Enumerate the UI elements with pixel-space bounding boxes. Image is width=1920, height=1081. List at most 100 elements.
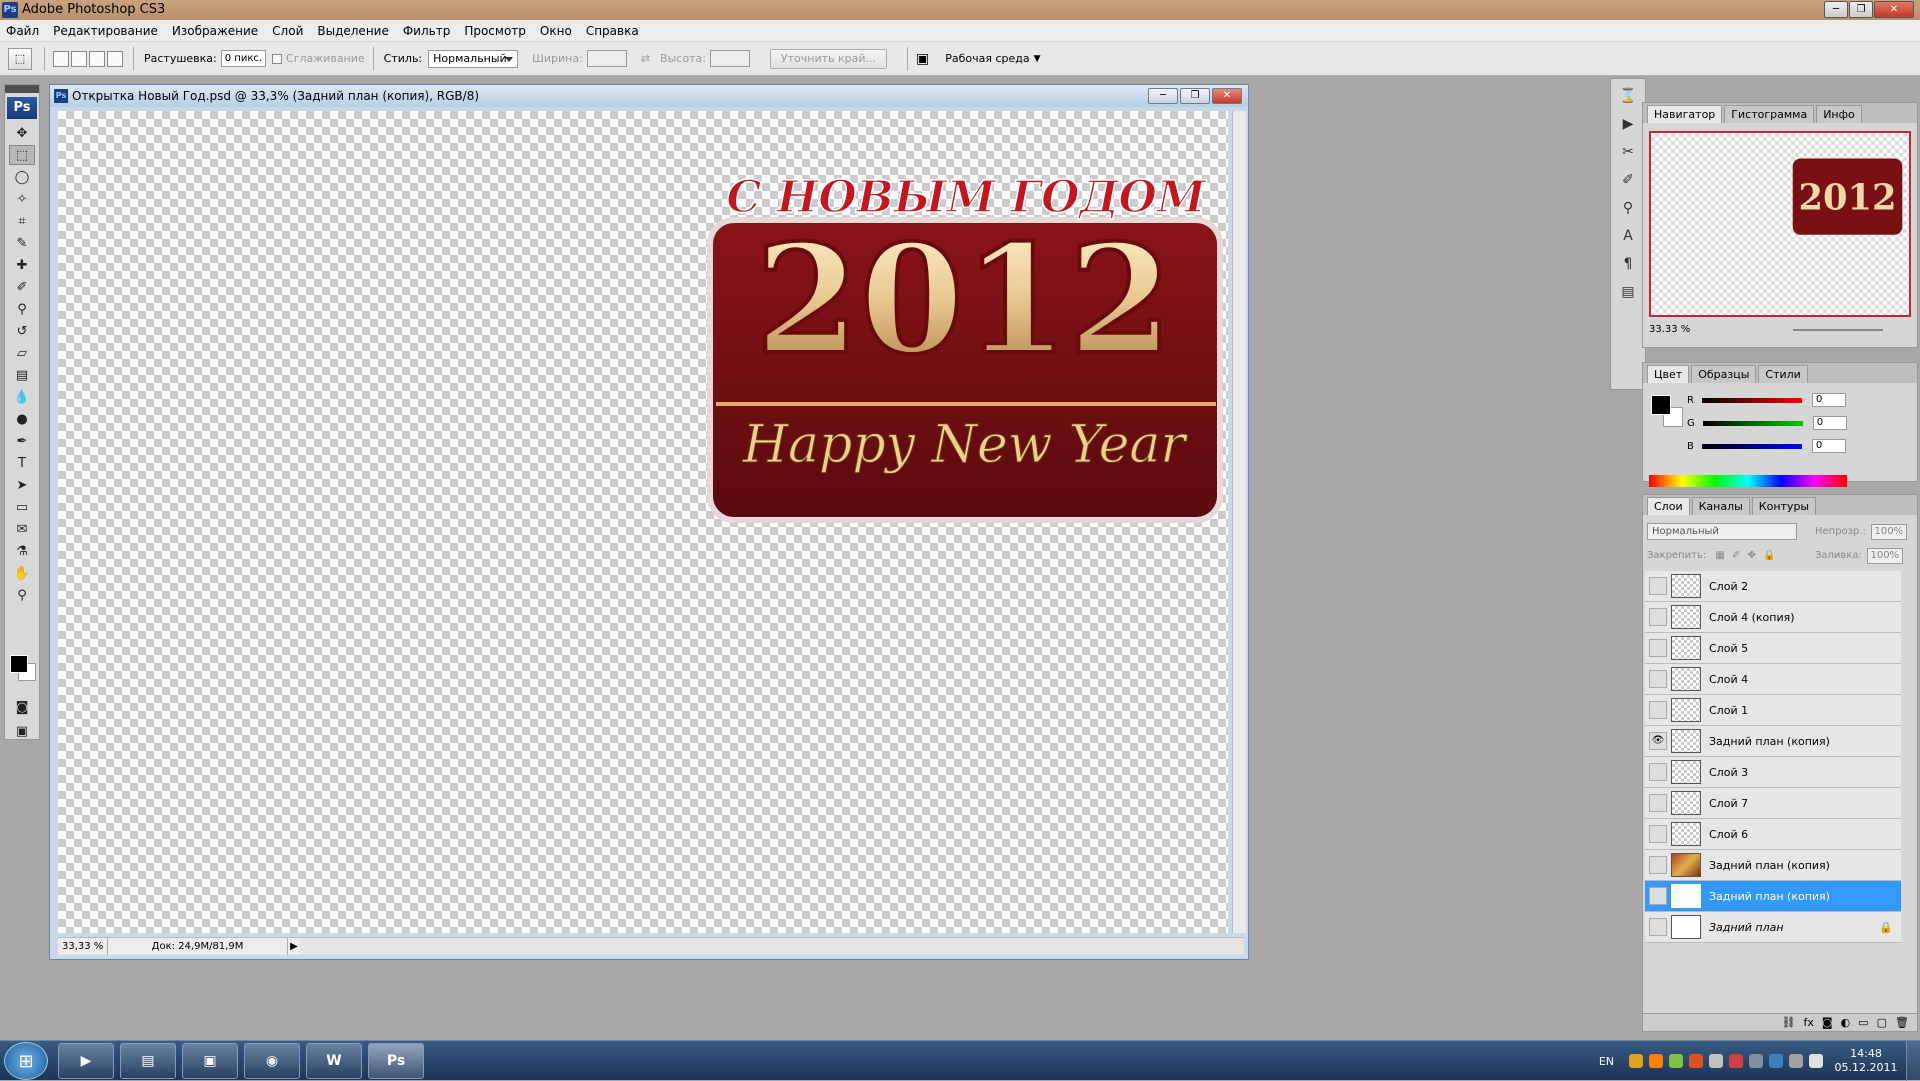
tray-globe-icon[interactable] (1769, 1054, 1783, 1068)
horizontal-scrollbar[interactable] (300, 938, 1244, 955)
layer-row[interactable]: Задний план 🔒 (1645, 912, 1901, 943)
layer-visibility-toggle[interactable] (1649, 701, 1667, 719)
channel-r-input[interactable]: 0 (1811, 393, 1846, 407)
layer-row[interactable]: Слой 3 (1645, 757, 1901, 788)
navigator-preview[interactable]: 2012 (1649, 131, 1911, 317)
tab-styles[interactable]: Стили (1758, 365, 1808, 383)
selection-intersect-icon[interactable] (107, 50, 123, 67)
menu-edit[interactable]: Редактирование (53, 24, 158, 38)
marquee-preset-icon[interactable]: ⬚ (8, 47, 32, 70)
layer-visibility-toggle[interactable] (1649, 825, 1667, 843)
tray-display-icon[interactable] (1789, 1054, 1803, 1068)
vertical-scrollbar[interactable] (1232, 111, 1246, 933)
navigator-zoom-slider[interactable] (1793, 329, 1883, 331)
clone-source-icon[interactable]: ⚲ (1616, 197, 1640, 219)
move-tool-icon[interactable]: ✥ (9, 123, 35, 143)
bridge-icon[interactable]: ▣ (916, 51, 929, 67)
zoom-tool-icon[interactable]: ⚲ (9, 585, 35, 605)
tray-power-icon[interactable] (1749, 1054, 1763, 1068)
actions-icon[interactable]: ▶ (1616, 113, 1640, 135)
lock-all-icon[interactable]: 🔒 (1763, 550, 1775, 561)
document-info[interactable]: Док: 24,9M/81,9M (108, 938, 288, 955)
feather-input[interactable]: 0 пикс. (220, 50, 267, 67)
media-player-icon[interactable]: ▶ (58, 1043, 114, 1079)
tool-presets-icon[interactable]: ✂ (1616, 141, 1640, 163)
chrome-icon[interactable]: ◉ (244, 1043, 300, 1079)
style-select[interactable]: Нормальный (428, 49, 519, 68)
fill-input[interactable]: 100% (1867, 548, 1904, 564)
clone-stamp-tool-icon[interactable]: ⚲ (9, 299, 35, 319)
doc-close-button[interactable]: ✕ (1212, 88, 1242, 104)
lock-position-icon[interactable]: ✥ (1748, 550, 1756, 561)
eyedropper-tool-icon[interactable]: ⚗ (9, 541, 35, 561)
antialias-checkbox[interactable] (272, 53, 283, 64)
layer-visibility-toggle[interactable] (1649, 608, 1667, 626)
history-icon[interactable]: ⌛ (1616, 85, 1640, 107)
screen-mode-icon[interactable]: ▣ (9, 721, 35, 741)
character-icon[interactable]: A (1616, 225, 1640, 247)
close-button[interactable]: ✕ (1874, 1, 1914, 18)
tray-browser-icon[interactable] (1689, 1054, 1703, 1068)
path-selection-tool-icon[interactable]: ➤ (9, 475, 35, 495)
menu-select[interactable]: Выделение (317, 24, 388, 38)
volume-icon[interactable] (1809, 1054, 1823, 1068)
opacity-input[interactable]: 100% (1871, 524, 1908, 540)
app-generic-icon[interactable]: ▣ (182, 1043, 238, 1079)
menu-filter[interactable]: Фильтр (403, 24, 450, 38)
magic-wand-tool-icon[interactable]: ✧ (9, 189, 35, 209)
dodge-tool-icon[interactable]: ● (9, 409, 35, 429)
layer-row[interactable]: Слой 5 (1645, 633, 1901, 664)
layer-row[interactable]: Слой 4 (копия) (1645, 602, 1901, 633)
navigator-zoom[interactable]: 33.33 % (1649, 324, 1690, 335)
tab-paths[interactable]: Контуры (1751, 497, 1817, 515)
layer-row[interactable]: Слой 4 (1645, 664, 1901, 695)
layer-visibility-toggle[interactable] (1649, 887, 1667, 905)
link-layers-icon[interactable]: ⛓ (1782, 1016, 1796, 1029)
menu-image[interactable]: Изображение (172, 24, 258, 38)
layer-visibility-toggle[interactable] (1649, 794, 1667, 812)
slice-tool-icon[interactable]: ✎ (9, 233, 35, 253)
blend-mode-select[interactable]: Нормальный (1647, 523, 1797, 540)
show-desktop-button[interactable] (1906, 1041, 1920, 1081)
layer-visibility-toggle[interactable] (1649, 639, 1667, 657)
color-foreground-swatch[interactable] (1651, 395, 1671, 415)
doc-maximize-button[interactable]: ❐ (1180, 88, 1210, 104)
type-tool-icon[interactable]: T (9, 453, 35, 473)
restore-button[interactable]: ❐ (1849, 1, 1873, 18)
history-brush-tool-icon[interactable]: ↺ (9, 321, 35, 341)
language-indicator[interactable]: EN (1599, 1055, 1614, 1068)
doc-minimize-button[interactable]: ─ (1148, 88, 1178, 104)
channel-b-input[interactable]: 0 (1811, 439, 1846, 453)
adjustment-layer-icon[interactable]: ◐ (1841, 1016, 1851, 1029)
eye-icon[interactable]: 👁 (1649, 732, 1667, 750)
brushes-icon[interactable]: ✐ (1616, 169, 1640, 191)
photoshop-task-icon[interactable]: Ps (368, 1043, 424, 1079)
color-spectrum[interactable] (1649, 475, 1847, 487)
tab-channels[interactable]: Каналы (1691, 497, 1750, 515)
new-layer-icon[interactable]: ▢ (1877, 1016, 1887, 1029)
tray-chat-icon[interactable] (1669, 1054, 1683, 1068)
explorer-icon[interactable]: ▤ (120, 1043, 176, 1079)
word-icon[interactable]: W (306, 1043, 362, 1079)
layer-row[interactable]: Слой 2 (1645, 571, 1901, 602)
gradient-tool-icon[interactable]: ▤ (9, 365, 35, 385)
swap-dimensions-icon[interactable]: ⇄ (641, 52, 650, 65)
clock[interactable]: 14:48 05.12.2011 (1826, 1047, 1906, 1075)
crop-tool-icon[interactable]: ⌗ (9, 211, 35, 231)
notes-tool-icon[interactable]: ✉ (9, 519, 35, 539)
zoom-field[interactable]: 33,33 % (58, 938, 108, 955)
layer-mask-icon[interactable]: ◙ (1822, 1016, 1833, 1029)
layer-visibility-toggle[interactable] (1649, 856, 1667, 874)
tray-flag-icon[interactable] (1729, 1054, 1743, 1068)
channel-r-slider[interactable] (1701, 397, 1802, 403)
layer-row[interactable]: 👁 Задний план (копия) (1645, 726, 1901, 757)
workspace-menu[interactable]: Рабочая среда (945, 52, 1029, 65)
width-input[interactable] (586, 50, 627, 67)
photoshop-logo[interactable]: Ps (7, 97, 37, 119)
blur-tool-icon[interactable]: 💧 (9, 387, 35, 407)
selection-new-icon[interactable] (53, 50, 69, 67)
channel-b-slider[interactable] (1701, 443, 1802, 449)
layer-row[interactable]: Задний план (копия) (1645, 850, 1901, 881)
layer-visibility-toggle[interactable] (1649, 763, 1667, 781)
rectangle-tool-icon[interactable]: ▭ (9, 497, 35, 517)
